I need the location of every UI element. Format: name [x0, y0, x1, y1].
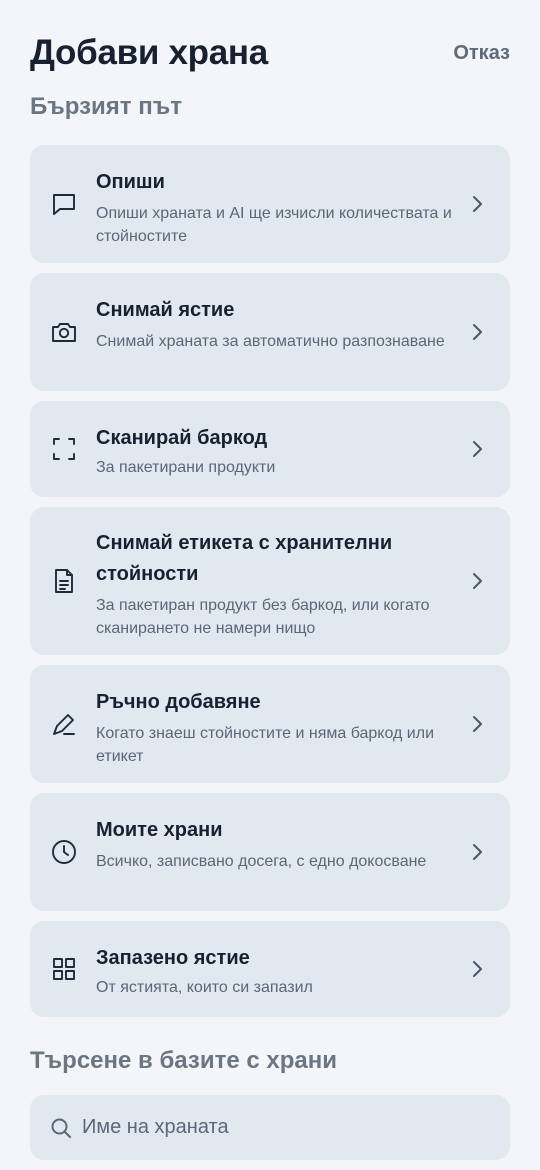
chevron-right-icon: [470, 571, 484, 591]
option-subtitle: Опиши храната и AI ще изчисли количества…: [96, 205, 452, 245]
grid-icon: [50, 955, 78, 983]
option-manual-entry[interactable]: Ръчно добавяне Когато знаеш стойностите …: [30, 665, 510, 783]
option-title: Ръчно добавяне: [96, 691, 261, 713]
search-section-title: Търсене в базите с храни: [30, 1047, 337, 1074]
chevron-right-icon: [470, 959, 484, 979]
option-my-foods[interactable]: Моите храни Всичко, записвано досега, с …: [30, 793, 510, 911]
option-describe[interactable]: Опиши Опиши храната и AI ще изчисли коли…: [30, 145, 510, 263]
option-title: Запазено ястие: [96, 947, 250, 969]
option-title: Снимай етикета с хранителни стойности: [96, 532, 393, 585]
page-title: Добави храна: [30, 33, 268, 72]
chat-bubble-icon: [50, 190, 78, 218]
cancel-button[interactable]: Отказ: [453, 42, 510, 65]
search-icon: [50, 1117, 72, 1139]
search-input[interactable]: [82, 1107, 490, 1148]
quick-section-title: Бързият път: [30, 93, 182, 120]
option-title: Опиши: [96, 171, 165, 193]
chevron-right-icon: [470, 322, 484, 342]
option-title: Сканирай баркод: [96, 427, 268, 449]
option-title: Моите храни: [96, 819, 223, 841]
barcode-scan-icon: [50, 435, 78, 463]
option-subtitle: За пакетирани продукти: [96, 459, 276, 476]
option-subtitle: Снимай храната за автоматично разпознава…: [96, 333, 445, 350]
pencil-icon: [50, 710, 78, 738]
option-subtitle: Когато знаеш стойностите и няма баркод и…: [96, 725, 435, 765]
camera-icon: [50, 318, 78, 346]
option-subtitle: Всичко, записвано досега, с едно докосва…: [96, 853, 427, 870]
document-icon: [50, 567, 78, 595]
option-photo-label[interactable]: Снимай етикета с хранителни стойности За…: [30, 507, 510, 655]
option-subtitle: За пакетиран продукт без баркод, или ког…: [96, 597, 430, 637]
option-saved-meal[interactable]: Запазено ястие От ястията, които си запа…: [30, 921, 510, 1017]
option-title: Снимай ястие: [96, 299, 235, 321]
header: Добави храна Отказ: [30, 28, 510, 78]
chevron-right-icon: [470, 714, 484, 734]
option-photo-meal[interactable]: Снимай ястие Снимай храната за автоматич…: [30, 273, 510, 391]
chevron-right-icon: [470, 439, 484, 459]
chevron-right-icon: [470, 194, 484, 214]
chevron-right-icon: [470, 842, 484, 862]
search-box: [30, 1095, 510, 1160]
option-subtitle: От ястията, които си запазил: [96, 979, 313, 996]
clock-icon: [50, 838, 78, 866]
option-scan-barcode[interactable]: Сканирай баркод За пакетирани продукти: [30, 401, 510, 497]
